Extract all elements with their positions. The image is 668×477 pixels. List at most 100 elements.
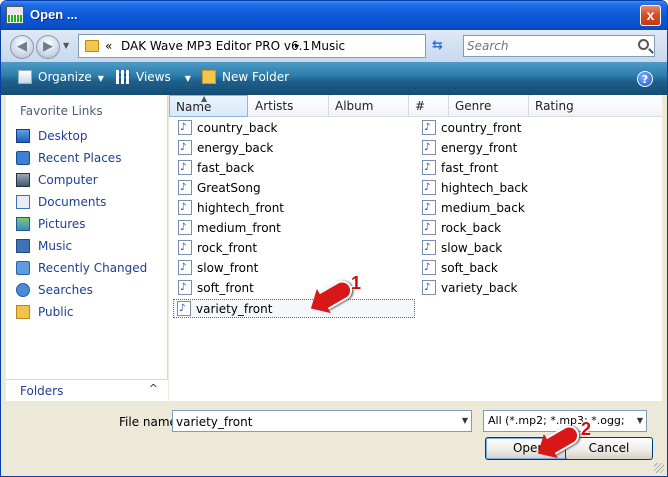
column-header-name[interactable]: ▲ Name <box>169 94 248 117</box>
column-header-album[interactable]: Album <box>329 95 409 117</box>
column-header-genre[interactable]: Genre <box>449 95 529 117</box>
chevron-down-icon[interactable]: ▼ <box>637 416 643 425</box>
recent-locations-dropdown-icon[interactable]: ▼ <box>63 41 69 50</box>
chevron-down-icon: ▼ <box>184 74 191 83</box>
file-item[interactable]: medium_front <box>178 218 281 238</box>
nav-item-computer[interactable]: Computer <box>16 173 98 191</box>
breadcrumb-music[interactable]: Music <box>311 39 345 53</box>
breadcrumb-overflow[interactable]: « <box>105 39 112 53</box>
audio-file-icon <box>178 238 192 257</box>
file-item[interactable]: soft_front <box>178 278 254 298</box>
nav-item-searches[interactable]: Searches <box>16 283 93 301</box>
file-list: ▲Name Artists Album # Genre Rating count… <box>169 94 662 401</box>
nav-item-pictures[interactable]: Pictures <box>16 217 86 235</box>
music-icon <box>16 239 30 253</box>
column-header-track-number[interactable]: # <box>409 95 449 117</box>
folders-label: Folders <box>20 384 64 398</box>
audio-file-icon <box>178 218 192 237</box>
audio-file-icon <box>178 138 192 157</box>
file-item[interactable]: energy_back <box>178 138 273 158</box>
new-folder-button[interactable]: New Folder <box>202 70 289 84</box>
audio-file-icon <box>178 118 192 137</box>
resize-grip[interactable] <box>654 463 664 473</box>
audio-file-icon <box>422 158 436 177</box>
folders-toggle[interactable]: Folders ^ <box>6 379 168 401</box>
audio-file-icon <box>422 118 436 137</box>
audio-file-icon <box>422 258 436 277</box>
public-folder-icon <box>16 305 30 319</box>
file-type-value: All (*.mp2; *.mp3; *.ogg; *.wav <box>488 414 626 427</box>
search-icon[interactable] <box>638 39 649 50</box>
file-item[interactable]: fast_front <box>422 158 498 178</box>
column-headers: ▲ Name Artists Album # Genre Rating <box>169 94 662 117</box>
file-item-selected[interactable]: variety_front <box>173 299 415 318</box>
views-button[interactable]: Views ▼ <box>116 70 191 84</box>
close-button[interactable]: x <box>640 5 661 26</box>
file-item[interactable]: hightech_back <box>422 178 528 198</box>
audio-file-icon <box>422 138 436 157</box>
search-input[interactable] <box>467 38 617 54</box>
documents-icon <box>16 195 30 209</box>
refresh-icon[interactable]: ⇆ <box>432 38 443 53</box>
pictures-icon <box>16 217 30 231</box>
file-item[interactable]: hightech_front <box>178 198 284 218</box>
audio-file-icon <box>178 178 192 197</box>
filename-input[interactable] <box>176 414 446 429</box>
file-item[interactable]: energy_front <box>422 138 517 158</box>
file-item[interactable]: country_front <box>422 118 521 138</box>
callout-number-1: 1 <box>351 273 362 293</box>
chevron-up-icon: ^ <box>148 382 158 395</box>
file-item[interactable]: slow_front <box>178 258 258 278</box>
favorite-links-heading: Favorite Links <box>20 104 103 118</box>
file-item[interactable]: country_back <box>178 118 277 138</box>
column-header-rating[interactable]: Rating <box>529 95 662 117</box>
sort-ascending-icon: ▲ <box>201 94 208 103</box>
computer-icon <box>16 173 30 187</box>
search-box[interactable] <box>463 35 655 57</box>
forward-arrow-icon[interactable]: ▶ <box>36 35 60 59</box>
file-item[interactable]: fast_back <box>178 158 254 178</box>
audio-file-icon <box>422 278 436 297</box>
file-item[interactable]: variety_back <box>422 278 517 298</box>
callout-number-2: 2 <box>581 419 592 439</box>
file-item[interactable]: soft_back <box>422 258 498 278</box>
audio-file-icon <box>178 158 192 177</box>
nav-item-recently-changed[interactable]: Recently Changed <box>16 261 147 279</box>
file-item[interactable]: rock_front <box>178 238 257 258</box>
file-item[interactable]: rock_back <box>422 218 501 238</box>
command-toolbar: Organize ▼ Views ▼ New Folder ? <box>1 62 667 95</box>
audio-file-icon <box>422 198 436 217</box>
back-arrow-icon[interactable]: ◀ <box>10 35 34 59</box>
nav-item-music[interactable]: Music <box>16 239 72 257</box>
folder-icon <box>85 40 99 52</box>
nav-item-documents[interactable]: Documents <box>16 195 106 213</box>
title-bar[interactable]: Open ... x <box>1 1 667 30</box>
file-item[interactable]: GreatSong <box>178 178 261 198</box>
address-bar[interactable]: « DAK Wave MP3 Editor PRO v6.1 ▸ Music ▼ <box>78 34 494 58</box>
views-icon <box>116 70 130 84</box>
audio-file-icon <box>422 238 436 257</box>
breadcrumb-app-folder[interactable]: DAK Wave MP3 Editor PRO v6.1 <box>121 39 310 53</box>
filename-combobox[interactable]: ▼ <box>172 410 472 432</box>
nav-item-public[interactable]: Public <box>16 305 74 323</box>
audio-file-icon <box>422 218 436 237</box>
searches-icon <box>16 283 30 297</box>
window-title: Open ... <box>30 7 78 22</box>
recently-changed-icon <box>16 261 30 275</box>
address-area: ◀ ▶ ▼ « DAK Wave MP3 Editor PRO v6.1 ▸ M… <box>1 30 667 62</box>
desktop-icon <box>16 129 30 143</box>
audio-file-icon <box>177 299 191 318</box>
file-item[interactable]: medium_back <box>422 198 525 218</box>
audio-file-icon <box>178 278 192 297</box>
organize-button[interactable]: Organize ▼ <box>18 70 104 84</box>
help-icon[interactable]: ? <box>637 71 653 87</box>
breadcrumb-separator[interactable]: ▸ <box>295 41 300 51</box>
chevron-down-icon[interactable]: ▼ <box>462 416 468 425</box>
column-header-artists[interactable]: Artists <box>249 95 329 117</box>
nav-item-desktop[interactable]: Desktop <box>16 129 88 147</box>
organize-icon <box>18 70 32 84</box>
nav-item-recent-places[interactable]: Recent Places <box>16 151 121 169</box>
cancel-button[interactable]: Cancel <box>565 437 653 460</box>
open-dialog: Open ... x ◀ ▶ ▼ « DAK Wave MP3 Editor P… <box>0 0 668 477</box>
file-item[interactable]: slow_back <box>422 238 502 258</box>
